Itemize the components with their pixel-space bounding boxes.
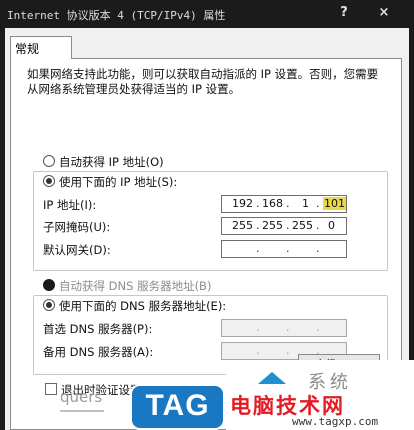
octet-separator: . <box>256 321 260 334</box>
octet-separator: . <box>286 321 290 334</box>
manual-ip-radio[interactable] <box>43 175 55 187</box>
octet-separator: . <box>286 197 290 210</box>
manual-dns-label: 使用下面的 DNS 服务器地址(E): <box>59 299 227 313</box>
ip-octet-1: 192 <box>232 197 253 210</box>
octet-separator: . <box>316 197 320 210</box>
queris-watermark: quers <box>60 388 103 406</box>
octet-separator: . <box>316 219 320 232</box>
octet-separator: . <box>286 242 290 255</box>
ip-octet-3: 1 <box>302 197 309 210</box>
subnet-mask-label: 子网掩码(U): <box>43 220 111 234</box>
octet-separator: . <box>316 321 320 334</box>
preferred-dns-label: 首选 DNS 服务器(P): <box>43 322 153 336</box>
ip-address-label: IP 地址(I): <box>43 198 97 212</box>
default-gateway-input[interactable]: . . . <box>221 240 347 258</box>
preferred-dns-input[interactable]: . . . <box>221 319 347 337</box>
mask-octet-1: 255 <box>232 219 253 232</box>
octet-separator: . <box>316 242 320 255</box>
octet-separator: . <box>256 197 260 210</box>
octet-separator: . <box>286 219 290 232</box>
watermark-url-text: www.tagxp.com <box>292 415 379 428</box>
ip-octet-2: 168 <box>262 197 283 210</box>
manual-ip-label: 使用下面的 IP 地址(S): <box>59 175 178 189</box>
default-gateway-label: 默认网关(D): <box>43 243 111 257</box>
ip-octet-4: 101 <box>323 197 346 210</box>
site-watermark: 系统 电脑技术网 www.tagxp.com <box>226 360 414 430</box>
mask-octet-4: 0 <box>328 219 335 232</box>
house-roof-icon <box>258 372 286 384</box>
tag-logo: TAG <box>130 384 225 430</box>
close-button[interactable]: × <box>376 4 392 22</box>
auto-dns-radio[interactable] <box>43 279 55 291</box>
title-bar: Internet 协议版本 4 (TCP/IPv4) 属性 ? × <box>0 0 414 28</box>
auto-dns-label: 自动获得 DNS 服务器地址(B) <box>59 279 212 293</box>
help-button[interactable]: ? <box>336 4 352 22</box>
octet-separator: . <box>286 344 290 357</box>
queris-underline <box>60 410 104 412</box>
alternate-dns-label: 备用 DNS 服务器(A): <box>43 345 154 359</box>
auto-ip-radio[interactable] <box>43 155 55 167</box>
description-text: 如果网络支持此功能，则可以获取自动指派的 IP 设置。否则，您需要从网络系统管理… <box>27 67 379 96</box>
mask-octet-2: 255 <box>262 219 283 232</box>
octet-separator: . <box>256 219 260 232</box>
tab-general[interactable]: 常规 <box>10 36 72 59</box>
subnet-mask-input[interactable]: 255 . 255 . 255 . 0 <box>221 217 347 235</box>
auto-ip-label: 自动获得 IP 地址(O) <box>59 155 164 169</box>
window-title: Internet 协议版本 4 (TCP/IPv4) 属性 <box>7 9 226 22</box>
mask-octet-3: 255 <box>292 219 313 232</box>
octet-separator: . <box>256 344 260 357</box>
octet-separator: . <box>256 242 260 255</box>
ip-address-input[interactable]: 192 . 168 . 1 . 101 <box>221 195 347 213</box>
validate-checkbox[interactable] <box>45 383 57 395</box>
manual-dns-radio[interactable] <box>43 299 55 311</box>
tab-general-label: 常规 <box>15 42 40 56</box>
